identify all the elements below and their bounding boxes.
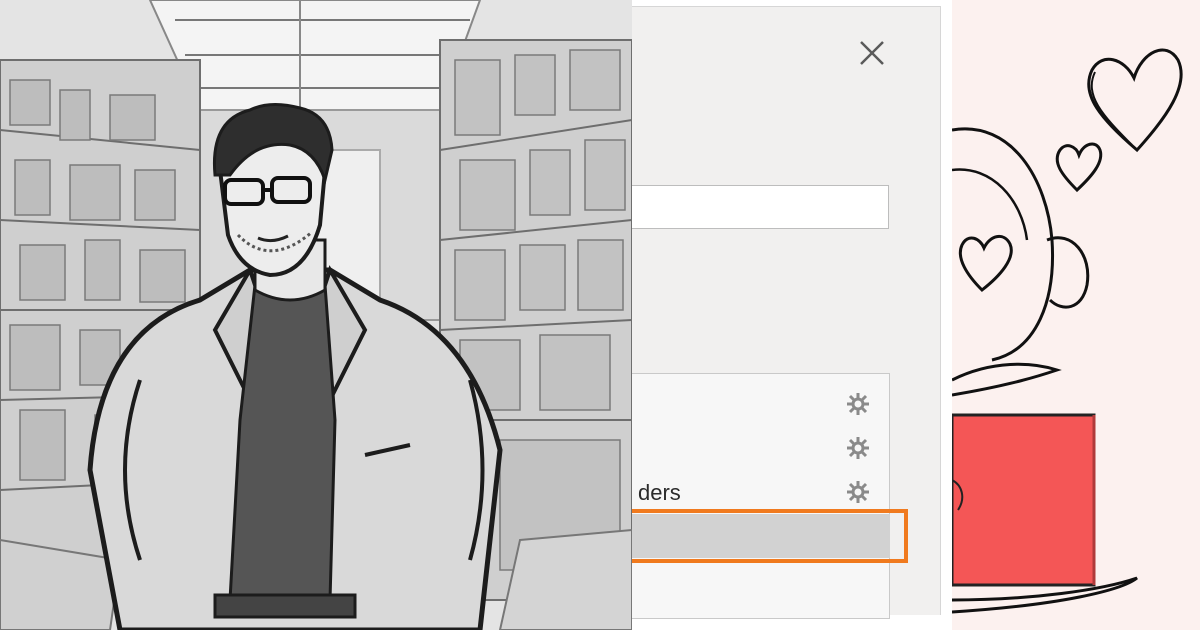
list-item-label: ders (638, 480, 681, 505)
folder-list: ders (632, 373, 890, 619)
name-input[interactable] (632, 185, 889, 229)
gear-icon[interactable] (846, 436, 870, 460)
gear-icon[interactable] (846, 480, 870, 504)
close-icon (860, 41, 884, 65)
list-item[interactable]: ders (632, 470, 890, 514)
red-box-shape (952, 413, 1096, 587)
settings-dialog: ders (632, 6, 941, 619)
gear-icon[interactable] (846, 392, 870, 416)
sketch-artwork (0, 0, 632, 630)
storage-room-illustration (0, 0, 632, 630)
close-button[interactable] (854, 35, 890, 71)
hearts-doodle-illustration (952, 0, 1200, 630)
list-item[interactable] (632, 382, 890, 426)
dialog-crop-panel: ders (632, 0, 952, 630)
list-item-selected[interactable] (632, 514, 890, 558)
list-item[interactable] (632, 426, 890, 470)
doodle-artwork (952, 0, 1200, 630)
